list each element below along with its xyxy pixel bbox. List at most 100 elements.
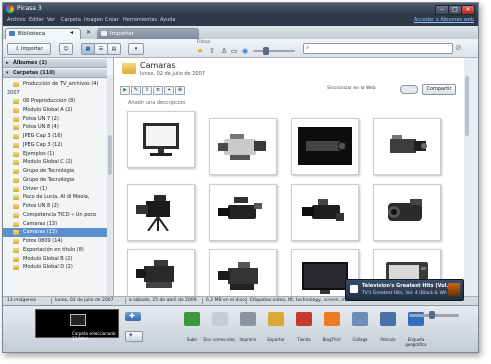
import-button[interactable]: ⇩ Importar — [7, 43, 51, 55]
action-export-folder-button[interactable]: Exportar — [263, 311, 289, 349]
folder-item[interactable]: Fotos 0809 (14) — [3, 237, 107, 246]
photo-thumbnail-pro-camera-2[interactable] — [209, 249, 277, 296]
starred-filter-icon[interactable]: ★ — [197, 47, 203, 55]
clear-search-icon[interactable]: ⊘ — [455, 43, 462, 52]
video-filter-icon[interactable]: ▭ — [231, 47, 238, 55]
upload-folder-icon[interactable]: ⇧ — [142, 86, 152, 95]
map-pin-icon[interactable]: ⌖ — [164, 86, 174, 95]
slideshow-play-icon[interactable]: ▶ — [120, 86, 130, 95]
photo-thumbnail-handycam[interactable] — [373, 184, 441, 241]
action-collage-button[interactable]: Collage — [347, 311, 373, 349]
geotag-filter-icon[interactable]: ◉ — [242, 47, 248, 55]
folder-options-icon[interactable]: ≡ — [153, 86, 163, 95]
sync-off-icon[interactable]: ⊗ — [175, 86, 185, 95]
minimize-button[interactable]: – — [435, 5, 449, 15]
folder-item[interactable]: Grupo de Tecnologia — [3, 176, 107, 185]
folder-item[interactable]: Fotos UN 7 (2) — [3, 115, 107, 124]
thumbnail-zoom-knob[interactable] — [429, 311, 435, 319]
people-icon: ☺ — [63, 46, 69, 52]
folder-item[interactable]: Modulo Global A (2) — [3, 106, 107, 115]
tab-importar[interactable]: Importar — [97, 28, 199, 39]
shop-icon — [296, 312, 312, 326]
folder-item[interactable]: Ejemplos (1) — [3, 150, 107, 159]
maximize-button[interactable]: □ — [448, 5, 462, 15]
date-filter-slider-knob[interactable] — [263, 47, 269, 55]
list-icon: ☰ — [98, 46, 104, 52]
folder-item[interactable]: Modulo Global B (2) — [3, 255, 107, 264]
view-list-button[interactable]: ☰ — [94, 43, 108, 55]
view-mode-dropdown[interactable]: ▾ — [128, 43, 144, 55]
menu-carpeta[interactable]: Carpeta — [61, 17, 81, 23]
action-shop-button[interactable]: Tienda — [291, 311, 317, 349]
folder-item[interactable]: JPEG Cap 3 (12) — [3, 141, 107, 150]
photo-thumbnail-security-camera[interactable] — [373, 118, 441, 175]
folder-item[interactable]: Camaras (13) — [3, 220, 107, 229]
folders-section-header[interactable]: ▾ Carpetas (110) — [3, 69, 107, 78]
menu-ver[interactable]: Ver — [47, 17, 55, 23]
action-blogger-button[interactable]: BlogThis! — [319, 311, 345, 349]
tab-collapse-icon[interactable]: ◂ — [70, 29, 73, 36]
folder-item[interactable]: Camaras (13) — [3, 228, 107, 237]
share-button[interactable]: Compartir — [422, 84, 456, 95]
search-icon: ⌕ — [306, 44, 310, 51]
folder-item[interactable]: Fotos UN 8 (4) — [3, 123, 107, 132]
folder-item[interactable]: Modulo Global D (2) — [3, 263, 107, 272]
folder-item[interactable]: Paco de Lucia, Al di Meola, — [3, 193, 107, 202]
folder-icon — [13, 169, 19, 174]
photo-thumbnail-camcorder-black[interactable] — [209, 184, 277, 241]
view-tags-button[interactable]: ▤ — [107, 43, 121, 55]
folder-item[interactable]: Competencia TICD « Un poco — [3, 211, 107, 220]
folder-item[interactable]: 08 Preproduccion (8) — [3, 97, 107, 106]
photo-thumbnail-camera-dark[interactable] — [291, 118, 359, 175]
search-box[interactable]: ⌕ — [303, 43, 453, 54]
folder-item[interactable]: Producción de TV_archivos (4) — [3, 80, 107, 89]
folder-item[interactable]: Fotos UN 8 (2) — [3, 202, 107, 211]
view-thumbnails-button[interactable]: ▦ — [81, 43, 95, 55]
folder-item[interactable]: JPEG Cap 3 (16) — [3, 132, 107, 141]
web-albums-signin-link[interactable]: Acceder a Álbumes web — [414, 17, 474, 23]
photo-grid-scrollbar[interactable] — [464, 58, 470, 296]
tab-close-icon[interactable]: ✕ — [86, 29, 91, 36]
selection-preview[interactable]: Carpeta seleccionada: 13 fotos — [35, 309, 119, 341]
folder-item[interactable]: Exportación en titulo (8) — [3, 246, 107, 255]
photo-thumbnail-camcorder-silver[interactable] — [209, 118, 277, 175]
folder-icon — [13, 239, 19, 244]
action-email-button[interactable]: Env. correo elec. — [203, 311, 237, 349]
upload-filter-icon[interactable]: ⇧ — [209, 47, 215, 55]
folder-description-field[interactable]: Añadir una descripción — [128, 100, 185, 106]
clear-selection-button[interactable] — [125, 331, 143, 342]
sidebar-scrollbar-thumb[interactable] — [108, 135, 112, 175]
people-filter-icon[interactable]: ♙ — [221, 47, 227, 55]
action-print-button[interactable]: Imprimir — [235, 311, 261, 349]
folder-title: Camaras — [140, 61, 176, 70]
menu-herramientas[interactable]: Herramientas — [123, 17, 157, 23]
close-button[interactable]: × — [461, 5, 475, 15]
folder-item-label: Modulo Global D (2) — [23, 264, 73, 271]
folder-item[interactable]: Driver (1) — [3, 185, 107, 194]
menu-archivo[interactable]: Archivo — [7, 17, 26, 23]
camcorder-silver-image — [218, 134, 266, 160]
now-playing-notification[interactable]: Television's Greatest Hits (Vol. 4 TV's … — [345, 279, 464, 301]
sidebar-scrollbar[interactable] — [107, 75, 113, 296]
menu-ayuda[interactable]: Ayuda — [160, 17, 175, 23]
photo-thumbnail-broadcast-camera[interactable] — [127, 184, 195, 241]
date-filter-slider[interactable] — [253, 47, 295, 55]
sync-web-toggle[interactable] — [400, 85, 418, 94]
photo-thumbnail-monitor[interactable] — [127, 111, 195, 168]
folder-item[interactable]: Grupo de Tecnologia — [3, 167, 107, 176]
albums-section-header[interactable]: ▸ Álbumes (1) — [3, 59, 107, 68]
folder-item-label: Modulo Global A (2) — [23, 106, 73, 113]
photo-grid-scrollbar-thumb[interactable] — [465, 76, 469, 136]
people-button[interactable]: ☺ — [59, 43, 73, 55]
photo-thumbnail-pro-camera[interactable] — [127, 249, 195, 296]
thumbnail-zoom-slider[interactable] — [409, 311, 459, 319]
menu-imagen[interactable]: Imagen — [84, 17, 103, 23]
action-upload-button[interactable]: Subir — [179, 311, 205, 349]
menu-editar[interactable]: Editar — [29, 17, 44, 23]
menu-crear[interactable]: Crear — [105, 17, 119, 23]
folder-icon — [13, 82, 19, 87]
action-movie-button[interactable]: Película — [375, 311, 401, 349]
folder-item[interactable]: Modulo Global C (2) — [3, 158, 107, 167]
edit-folder-icon[interactable]: ✎ — [131, 86, 141, 95]
photo-thumbnail-camcorder-black-2[interactable] — [291, 184, 359, 241]
